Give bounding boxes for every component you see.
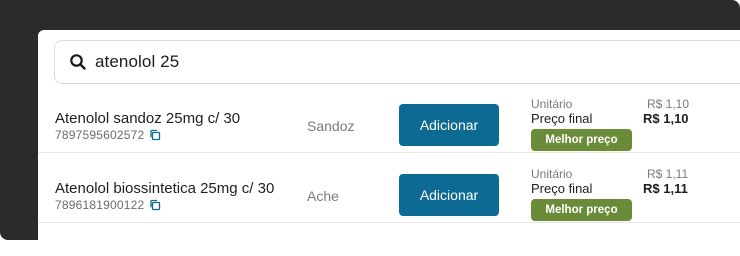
ean-code: 7897595602572 xyxy=(55,128,145,142)
price-block: Unitário R$ 1,11 Preço final R$ 1,11 Mel… xyxy=(531,167,701,223)
unit-price: R$ 1,11 xyxy=(647,167,689,181)
final-price-label: Preço final xyxy=(531,111,593,126)
product-name: Atenolol sandoz 25mg c/ 30 xyxy=(55,110,241,127)
copy-icon[interactable] xyxy=(149,129,161,141)
copy-icon[interactable] xyxy=(149,199,161,211)
unit-price: R$ 1,10 xyxy=(647,97,690,111)
brand-name: Ache xyxy=(307,188,339,204)
search-input[interactable]: atenolol 25 xyxy=(95,52,179,72)
search-box[interactable]: atenolol 25 xyxy=(54,40,740,84)
product-ean: 7896181900122 xyxy=(55,198,161,212)
final-price-label: Preço final xyxy=(531,181,593,196)
product-search-panel: atenolol 25 Atenolol sandoz 25mg c/ 30 7… xyxy=(38,30,740,256)
brand-name: Sandoz xyxy=(307,118,355,134)
add-button[interactable]: Adicionar xyxy=(399,104,499,146)
unit-label: Unitário xyxy=(531,167,573,181)
price-block: Unitário R$ 1,10 Preço final R$ 1,10 Mel… xyxy=(531,97,701,153)
result-row: Atenolol biossintetica 25mg c/ 30 789618… xyxy=(38,154,740,223)
final-price: R$ 1,10 xyxy=(643,111,689,126)
add-button[interactable]: Adicionar xyxy=(399,174,499,216)
product-name: Atenolol biossintetica 25mg c/ 30 xyxy=(55,180,275,197)
search-icon xyxy=(69,53,87,71)
best-price-badge: Melhor preço xyxy=(531,199,632,221)
unit-label: Unitário xyxy=(531,97,573,111)
result-row: Atenolol sandoz 25mg c/ 30 7897595602572… xyxy=(38,84,740,153)
product-ean: 7897595602572 xyxy=(55,128,161,142)
ean-code: 7896181900122 xyxy=(55,198,145,212)
best-price-badge: Melhor preço xyxy=(531,129,632,151)
final-price: R$ 1,11 xyxy=(643,181,688,196)
